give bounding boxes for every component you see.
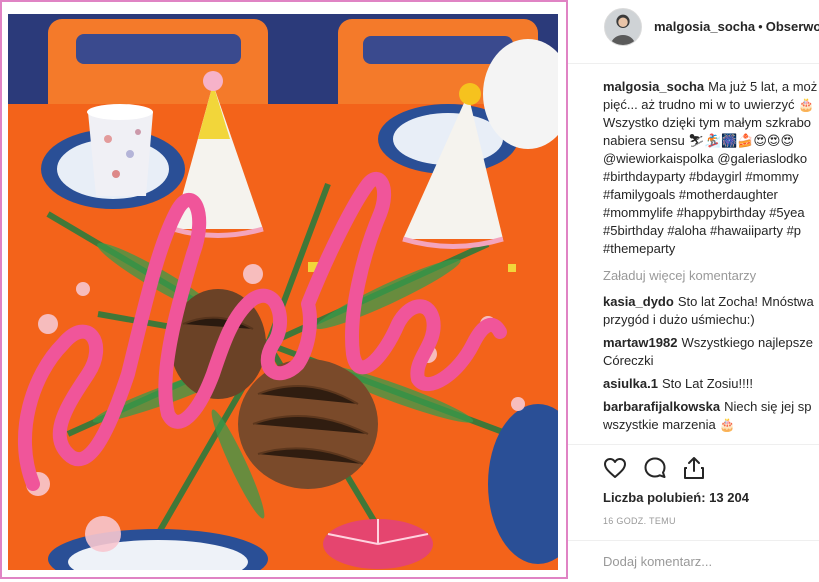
- caption-line: Wszystko dzięki tym małym szkrabo: [603, 115, 812, 130]
- party-table-image: [8, 14, 558, 570]
- like-icon[interactable]: [602, 455, 628, 481]
- caption-username[interactable]: malgosia_socha: [603, 79, 704, 94]
- comment: martaw1982 Wszystkiego najlepsze Córeczki: [603, 334, 819, 370]
- caption-line: nabiera sensu ⛷🏂🎆🍰😍😍😍: [603, 133, 795, 148]
- caption: malgosia_socha Ma już 5 lat, a moż pięć..…: [603, 78, 819, 258]
- caption-mentions[interactable]: @wiewiorkaispolka @galeriaslodko: [603, 150, 819, 168]
- comment-text-continued: przygód i dużo uśmiechu:): [603, 312, 755, 327]
- post-timestamp[interactable]: 16 GODZ. TEMU: [603, 516, 676, 526]
- header-username[interactable]: malgosia_socha: [654, 19, 755, 34]
- follow-button[interactable]: Obserwo: [766, 19, 819, 34]
- caption-hashtags[interactable]: #familygoals #motherdaughter: [603, 186, 819, 204]
- comment-icon[interactable]: [642, 455, 668, 481]
- avatar[interactable]: [604, 8, 642, 46]
- header-line: malgosia_socha • Obserwo: [654, 19, 819, 34]
- caption-line: Ma już 5 lat, a moż: [708, 79, 818, 94]
- header-separator: •: [758, 19, 763, 34]
- caption-hashtags[interactable]: #birthdayparty #bdaygirl #mommy: [603, 168, 819, 186]
- comment-text: Sto Lat Zosiu!!!!: [661, 376, 753, 391]
- caption-hashtags[interactable]: #5birthday #aloha #hawaiiparty #p: [603, 222, 819, 240]
- share-icon[interactable]: [681, 455, 707, 481]
- avatar-image: [605, 9, 641, 45]
- comments-list: malgosia_socha Ma już 5 lat, a moż pięć..…: [603, 78, 819, 434]
- caption-hashtags[interactable]: #themeparty: [603, 240, 819, 258]
- likes-count[interactable]: Liczba polubień: 13 204: [603, 490, 749, 505]
- comment-username[interactable]: asiulka.1: [603, 376, 658, 391]
- comment-username[interactable]: barbarafijalkowska: [603, 399, 720, 414]
- add-comment-bar: [568, 540, 819, 582]
- comment-text: Sto lat Zocha! Mnóstwa: [677, 294, 814, 309]
- comment: asiulka.1 Sto Lat Zosiu!!!!: [603, 375, 819, 393]
- post-header: malgosia_socha • Obserwo: [568, 0, 819, 64]
- load-more-comments-button[interactable]: Załaduj więcej komentarzy: [603, 267, 819, 285]
- comment-text-continued: Córeczki: [603, 353, 654, 368]
- comment-text: Niech się jej sp: [724, 399, 812, 414]
- photo-frame: [0, 0, 568, 579]
- comment-text-continued: wszystkie marzenia 🎂: [603, 417, 736, 432]
- caption-hashtags[interactable]: #mommylife #happybirthday #5yea: [603, 204, 819, 222]
- comment-text: Wszystkiego najlepsze: [681, 335, 813, 350]
- post-actions: Liczba polubień: 13 204 16 GODZ. TEMU: [568, 444, 819, 544]
- caption-line: pięć... aż trudno mi w to uwierzyć 🎂: [603, 97, 815, 112]
- add-comment-input[interactable]: [603, 550, 813, 572]
- post-sidebar: malgosia_socha • Obserwo malgosia_socha Ma …: [568, 0, 819, 582]
- comment: kasia_dydo Sto lat Zocha! Mnóstwa przygód…: [603, 293, 819, 329]
- comment: barbarafijalkowska Niech się jej sp wszys…: [603, 398, 819, 434]
- comment-username[interactable]: martaw1982: [603, 335, 677, 350]
- comment-username[interactable]: kasia_dydo: [603, 294, 674, 309]
- post-photo[interactable]: [8, 14, 558, 570]
